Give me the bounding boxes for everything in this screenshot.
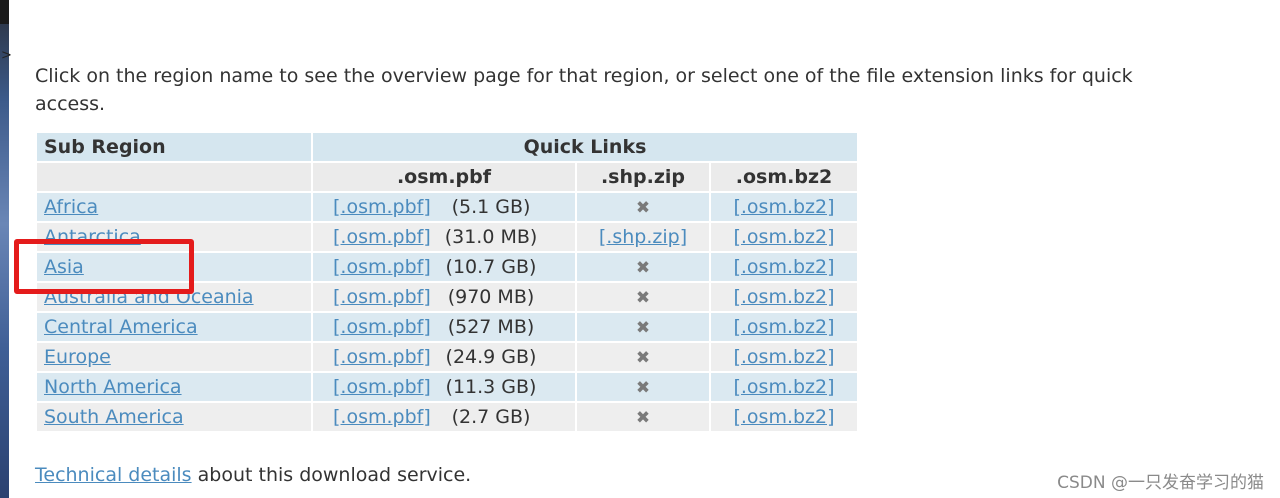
shp-cell: [.shp.zip] — [577, 223, 709, 251]
region-cell: Antarctica — [37, 223, 311, 251]
unavailable-icon: ✖ — [635, 288, 651, 308]
bz2-link[interactable]: [.osm.bz2] — [733, 256, 834, 278]
bz2-cell: [.osm.bz2] — [711, 313, 857, 341]
bz2-cell: [.osm.bz2] — [711, 343, 857, 371]
bz2-link[interactable]: [.osm.bz2] — [733, 286, 834, 308]
pbf-link[interactable]: [.osm.pbf] — [333, 286, 436, 308]
footer: Technical details about this download se… — [35, 464, 471, 486]
header-sub-region: Sub Region — [37, 133, 311, 161]
regions-table: Sub Region Quick Links .osm.pbf .shp.zip… — [35, 131, 859, 433]
pbf-link[interactable]: [.osm.pbf] — [333, 226, 436, 248]
pbf-cell: [.osm.pbf] (970 MB) — [313, 283, 575, 311]
unavailable-icon: ✖ — [635, 198, 651, 218]
table-body: Africa [.osm.pbf] (5.1 GB) ✖ [.osm.bz2] Antar… — [37, 193, 857, 431]
table-row: Africa [.osm.pbf] (5.1 GB) ✖ [.osm.bz2] — [37, 193, 857, 221]
subheader-blank — [37, 163, 311, 191]
file-size: (31.0 MB) — [444, 226, 538, 248]
table-row: Australia and Oceania [.osm.pbf] (970 MB) ✖… — [37, 283, 857, 311]
pbf-cell: [.osm.pbf] (2.7 GB) — [313, 403, 575, 431]
unavailable-icon: ✖ — [635, 378, 651, 398]
pbf-link[interactable]: [.osm.pbf] — [333, 406, 436, 428]
pbf-link[interactable]: [.osm.pbf] — [333, 256, 436, 278]
bz2-link[interactable]: [.osm.bz2] — [733, 406, 834, 428]
unavailable-icon: ✖ — [635, 318, 651, 338]
pbf-cell: [.osm.pbf] (527 MB) — [313, 313, 575, 341]
pbf-cell: [.osm.pbf] (10.7 GB) — [313, 253, 575, 281]
shp-link[interactable]: [.shp.zip] — [599, 226, 687, 248]
region-link[interactable]: Central America — [44, 316, 198, 338]
table-row: North America [.osm.pbf] (11.3 GB) ✖ [.osm.b… — [37, 373, 857, 401]
bz2-cell: [.osm.bz2] — [711, 253, 857, 281]
region-cell: Central America — [37, 313, 311, 341]
region-cell: North America — [37, 373, 311, 401]
pbf-cell: [.osm.pbf] (31.0 MB) — [313, 223, 575, 251]
bz2-cell: [.osm.bz2] — [711, 373, 857, 401]
shp-cell: ✖ — [577, 283, 709, 311]
subheader-shp: .shp.zip — [577, 163, 709, 191]
table-header-row: Sub Region Quick Links — [37, 133, 857, 161]
region-link[interactable]: Africa — [44, 196, 98, 218]
desktop-edge: > — [0, 0, 12, 498]
bz2-cell: [.osm.bz2] — [711, 283, 857, 311]
pbf-link[interactable]: [.osm.pbf] — [333, 346, 436, 368]
pbf-cell: [.osm.pbf] (24.9 GB) — [313, 343, 575, 371]
shp-cell: ✖ — [577, 343, 709, 371]
shp-cell: ✖ — [577, 193, 709, 221]
pbf-link[interactable]: [.osm.pbf] — [333, 196, 436, 218]
region-link[interactable]: Europe — [44, 346, 111, 368]
bz2-cell: [.osm.bz2] — [711, 193, 857, 221]
bz2-cell: [.osm.bz2] — [711, 223, 857, 251]
file-size: (527 MB) — [447, 316, 535, 338]
file-size: (970 MB) — [447, 286, 535, 308]
region-link[interactable]: North America — [44, 376, 182, 398]
subheader-pbf: .osm.pbf — [313, 163, 575, 191]
pbf-link[interactable]: [.osm.pbf] — [333, 376, 436, 398]
bz2-link[interactable]: [.osm.bz2] — [733, 346, 834, 368]
intro-text: Click on the region name to see the over… — [35, 65, 1133, 115]
table-row: Europe [.osm.pbf] (24.9 GB) ✖ [.osm.bz2] — [37, 343, 857, 371]
bz2-link[interactable]: [.osm.bz2] — [733, 226, 834, 248]
edge-glyph: > — [1, 48, 12, 63]
bz2-link[interactable]: [.osm.bz2] — [733, 196, 834, 218]
file-size: (24.9 GB) — [445, 346, 537, 368]
unavailable-icon: ✖ — [635, 408, 651, 428]
desktop-corner — [0, 0, 9, 24]
unavailable-icon: ✖ — [635, 348, 651, 368]
shp-cell: ✖ — [577, 403, 709, 431]
file-size: (2.7 GB) — [451, 406, 531, 428]
bz2-link[interactable]: [.osm.bz2] — [733, 316, 834, 338]
shp-cell: ✖ — [577, 313, 709, 341]
watermark: CSDN @一只发奋学习的猫 — [1057, 473, 1264, 493]
unavailable-icon: ✖ — [635, 258, 651, 278]
region-link[interactable]: South America — [44, 406, 184, 428]
subheader-bz2: .osm.bz2 — [711, 163, 857, 191]
region-link[interactable]: Asia — [44, 256, 84, 278]
pbf-cell: [.osm.pbf] (5.1 GB) — [313, 193, 575, 221]
region-cell: Australia and Oceania — [37, 283, 311, 311]
table-row: Central America [.osm.pbf] (527 MB) ✖ [.osm.… — [37, 313, 857, 341]
table-subheader-row: .osm.pbf .shp.zip .osm.bz2 — [37, 163, 857, 191]
shp-cell: ✖ — [577, 373, 709, 401]
table-row: Asia [.osm.pbf] (10.7 GB) ✖ [.osm.bz2] — [37, 253, 857, 281]
footer-text: about this download service. — [191, 464, 472, 486]
pbf-link[interactable]: [.osm.pbf] — [333, 316, 436, 338]
bz2-link[interactable]: [.osm.bz2] — [733, 376, 834, 398]
shp-cell: ✖ — [577, 253, 709, 281]
table-row: Antarctica [.osm.pbf] (31.0 MB) [.shp.zip] [… — [37, 223, 857, 251]
region-cell: Europe — [37, 343, 311, 371]
technical-details-link[interactable]: Technical details — [35, 464, 192, 486]
region-link[interactable]: Australia and Oceania — [44, 286, 254, 308]
region-cell: Africa — [37, 193, 311, 221]
region-cell: South America — [37, 403, 311, 431]
pbf-cell: [.osm.pbf] (11.3 GB) — [313, 373, 575, 401]
file-size: (10.7 GB) — [445, 256, 537, 278]
bz2-cell: [.osm.bz2] — [711, 403, 857, 431]
region-cell: Asia — [37, 253, 311, 281]
file-size: (5.1 GB) — [451, 196, 531, 218]
file-size: (11.3 GB) — [445, 376, 537, 398]
region-link[interactable]: Antarctica — [44, 226, 141, 248]
header-quick-links: Quick Links — [313, 133, 857, 161]
table-row: South America [.osm.pbf] (2.7 GB) ✖ [.osm.bz… — [37, 403, 857, 431]
